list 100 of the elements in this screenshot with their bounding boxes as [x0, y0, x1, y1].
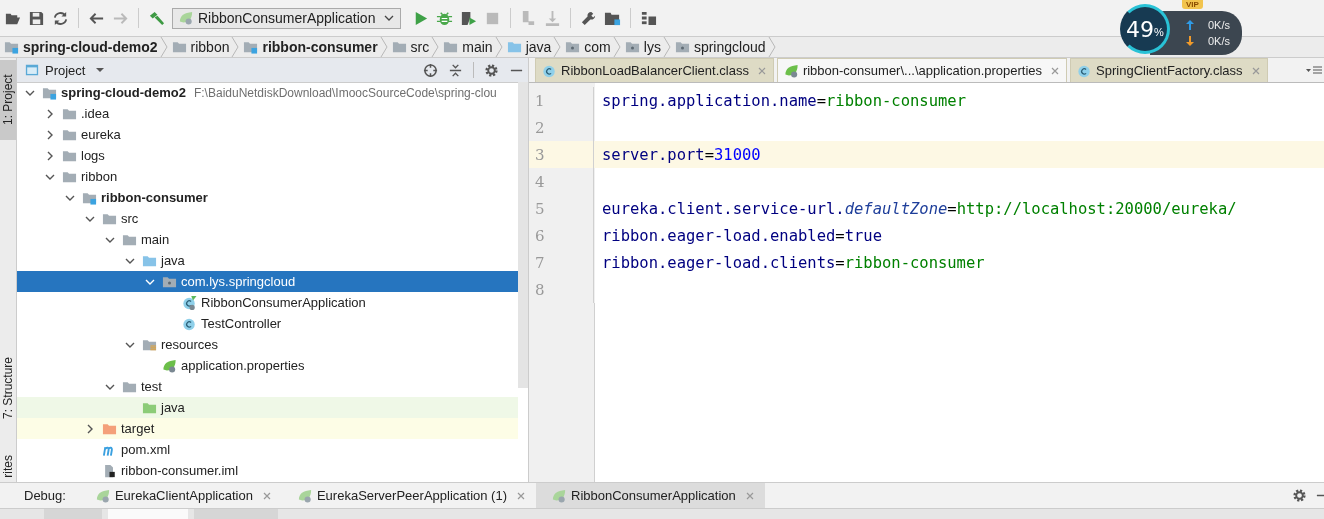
- folder-icon: [102, 211, 117, 226]
- caret-icon: [384, 15, 395, 21]
- close-icon[interactable]: [516, 490, 526, 501]
- module-file-icon: [102, 463, 117, 478]
- class-icon: [1077, 63, 1093, 78]
- scrollbar[interactable]: [518, 82, 528, 388]
- line-number: 7: [534, 253, 546, 272]
- upload-rate: 0K/s: [1208, 19, 1230, 31]
- debug-tab[interactable]: EurekaClientApplication: [79, 483, 282, 508]
- breadcrumb-item[interactable]: lys: [620, 37, 663, 57]
- line-number: 5: [534, 199, 546, 218]
- usage-dial: 49%: [1120, 4, 1170, 54]
- breadcrumb-item[interactable]: springcloud: [670, 37, 768, 57]
- folder-icon: [102, 421, 117, 436]
- folder-icon: [674, 40, 690, 54]
- tasks-icon[interactable]: [640, 9, 658, 27]
- close-icon[interactable]: [1050, 65, 1061, 76]
- tree-item[interactable]: RibbonConsumerApplication: [17, 292, 518, 313]
- chevron-right-icon[interactable]: [45, 129, 55, 140]
- folder-icon: [62, 106, 77, 121]
- settings-icon[interactable]: [1292, 488, 1307, 503]
- tree-item[interactable]: logs: [17, 145, 518, 166]
- project-view-dropdown[interactable]: Project: [25, 62, 106, 78]
- vip-badge: VIP: [1182, 0, 1203, 9]
- folder-icon: [506, 40, 522, 54]
- folder-icon: [122, 379, 137, 394]
- debug-tab[interactable]: EurekaServerPeerApplication (1): [281, 483, 536, 508]
- tree-item[interactable]: target: [17, 418, 518, 439]
- code-line: ribbon.eager-load.enabled=true: [602, 226, 882, 245]
- chevron-right-icon[interactable]: [45, 108, 55, 119]
- breadcrumb-item[interactable]: ribbon: [167, 37, 232, 57]
- tree-item[interactable]: main: [17, 229, 518, 250]
- project-tool-tab[interactable]: 1: Project: [0, 60, 16, 140]
- build-icon[interactable]: [148, 9, 165, 27]
- favorites-tool-tab[interactable]: rites: [0, 455, 16, 482]
- tree-item[interactable]: test: [17, 376, 518, 397]
- folder-icon: [142, 337, 157, 352]
- settings-icon[interactable]: [580, 9, 598, 27]
- tree-item[interactable]: spring-cloud-demo2 F:\BaiduNetdiskDownload\ImoocSourceCode\spring-clou: [17, 82, 518, 103]
- save-icon[interactable]: [28, 9, 45, 27]
- module-folder-icon: [4, 40, 19, 54]
- chevron-separator-icon: [379, 37, 388, 57]
- folder-icon: [62, 169, 77, 184]
- debug-tab[interactable]: RibbonConsumerApplication: [536, 483, 765, 508]
- breadcrumb-item[interactable]: spring-cloud-demo2: [0, 37, 160, 57]
- breadcrumb-item[interactable]: main: [439, 37, 495, 57]
- tree-item[interactable]: ribbon: [17, 166, 518, 187]
- leaf-icon: [95, 488, 110, 503]
- chevron-separator-icon: [431, 37, 440, 57]
- editor-tab[interactable]: SpringClientFactory.class: [1070, 58, 1268, 82]
- locate-icon[interactable]: [423, 62, 438, 78]
- tree-item[interactable]: com.lys.springcloud: [17, 271, 518, 292]
- folder-icon: [162, 274, 177, 289]
- breadcrumb-item[interactable]: java: [502, 37, 554, 57]
- line-number: 2: [534, 118, 546, 137]
- code-line: server.port=31000: [602, 145, 761, 164]
- module-folder-icon: [243, 40, 259, 54]
- folder-icon: [443, 40, 459, 54]
- line-number: 3: [534, 145, 546, 164]
- structure-tool-tab[interactable]: 7: Structure: [0, 351, 16, 426]
- coverage-icon[interactable]: [460, 9, 478, 27]
- editor-tab[interactable]: RibbonLoadBalancerClient.class: [535, 58, 774, 82]
- tab-list-icon[interactable]: [1306, 65, 1322, 75]
- tree-item[interactable]: ribbon-consumer.iml: [17, 460, 518, 481]
- chevron-right-icon[interactable]: [45, 150, 55, 161]
- folder-icon: [142, 400, 157, 415]
- line-number: 4: [534, 172, 546, 191]
- code-line: spring.application.name=ribbon-consumer: [602, 91, 966, 110]
- run-configuration-dropdown[interactable]: RibbonConsumerApplication: [172, 7, 402, 29]
- sync-icon[interactable]: [52, 9, 69, 27]
- tree-item[interactable]: ribbon-consumer: [17, 187, 518, 208]
- chevron-right-icon[interactable]: [85, 423, 95, 434]
- collapse-all-icon[interactable]: [448, 62, 463, 78]
- path-hint: F:\BaiduNetdiskDownload\ImoocSourceCode\spring-clou: [193, 85, 497, 100]
- chevron-separator-icon: [494, 37, 503, 57]
- line-number: 8: [534, 280, 546, 299]
- tree-item[interactable]: .idea: [17, 103, 518, 124]
- breadcrumb-item[interactable]: src: [387, 37, 432, 57]
- editor-tab[interactable]: ribbon-consumer\...\application.properties: [776, 58, 1068, 82]
- tree-item[interactable]: src: [17, 208, 518, 229]
- tree-item[interactable]: resources: [17, 334, 518, 355]
- tree-item[interactable]: eureka: [17, 124, 518, 145]
- download-rate: 0K/s: [1208, 35, 1230, 47]
- breadcrumb-item[interactable]: ribbon-consumer: [239, 37, 380, 57]
- caret-icon: [95, 67, 106, 73]
- class-icon: [542, 63, 557, 78]
- folder-icon: [62, 127, 77, 142]
- folder-icon: [171, 40, 187, 54]
- tree-item[interactable]: TestController: [17, 313, 518, 334]
- tree-item[interactable]: application.properties: [17, 355, 518, 376]
- chevron-separator-icon: [662, 37, 671, 57]
- breadcrumb-item[interactable]: com: [561, 37, 613, 57]
- tree-item[interactable]: pom.xml: [17, 439, 518, 460]
- folder-icon: [122, 232, 137, 247]
- tree-item[interactable]: java: [17, 397, 518, 418]
- tree-item[interactable]: java: [17, 250, 518, 271]
- window-icon: [25, 63, 39, 77]
- folder-icon: [565, 40, 581, 54]
- settings-icon[interactable]: [484, 62, 499, 78]
- close-icon[interactable]: [261, 490, 272, 501]
